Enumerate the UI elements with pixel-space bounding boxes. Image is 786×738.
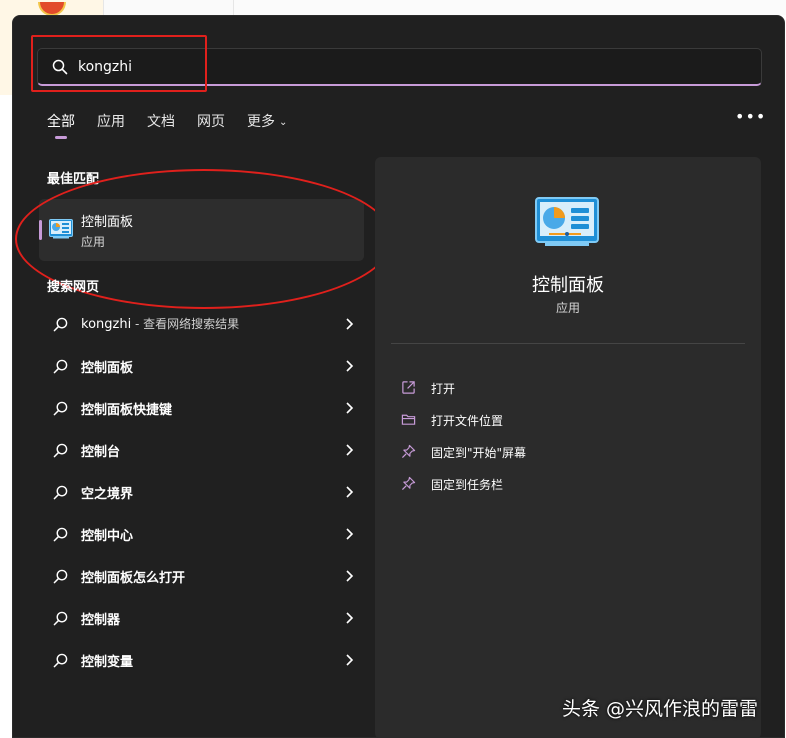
web-result-label: 控制中心 xyxy=(81,529,134,544)
chevron-right-icon xyxy=(346,570,354,582)
tab-web[interactable]: 网页 xyxy=(197,112,225,136)
chevron-right-icon xyxy=(346,654,354,666)
divider xyxy=(391,343,745,344)
search-box[interactable] xyxy=(37,48,762,86)
web-result-label: 控制台 xyxy=(81,445,121,460)
web-search-heading: 搜索网页 xyxy=(47,280,100,295)
web-result-item[interactable]: kongzhi - 查看网络搜索结果 xyxy=(43,305,355,345)
chevron-right-icon xyxy=(346,360,354,372)
control-panel-icon xyxy=(49,219,73,239)
web-result-item[interactable]: 控制中心 xyxy=(43,515,355,555)
best-match-kind: 应用 xyxy=(81,235,106,249)
chevron-right-icon xyxy=(346,402,354,414)
web-result-item[interactable]: 控制台 xyxy=(43,431,355,471)
web-result-item[interactable]: 空之境界 xyxy=(43,473,355,513)
search-panel: 全部 应用 文档 网页 更多⌄ ••• 最佳匹配 控制面板 应用 搜索网页 ko… xyxy=(12,15,785,738)
tab-documents[interactable]: 文档 xyxy=(147,112,175,136)
search-icon xyxy=(53,359,68,374)
ellipsis-icon[interactable]: ••• xyxy=(735,108,765,128)
filter-tabs: 全部 应用 文档 网页 更多 ⌄ xyxy=(47,112,309,142)
search-icon xyxy=(53,317,68,332)
detail-app-kind: 应用 xyxy=(555,301,580,315)
search-input[interactable] xyxy=(78,55,738,79)
chevron-right-icon xyxy=(346,318,354,330)
best-match-name: 控制面板 xyxy=(81,215,134,230)
search-icon xyxy=(53,443,68,458)
detail-pane: 控制面板 应用 打开 打开文件位置 固定到"开始"屏幕 固定到任务栏 xyxy=(375,157,761,738)
chevron-right-icon xyxy=(346,612,354,624)
control-panel-icon xyxy=(535,197,599,246)
pin-icon xyxy=(401,476,416,491)
web-result-label: kongzhi - 查看网络搜索结果 xyxy=(81,317,240,332)
chevron-down-icon: ⌄ xyxy=(279,117,288,128)
web-result-item[interactable]: 控制面板 xyxy=(43,347,355,387)
web-result-label: 空之境界 xyxy=(81,487,134,502)
best-match-item[interactable]: 控制面板 应用 xyxy=(39,199,364,261)
web-result-label: 控制面板怎么打开 xyxy=(81,571,186,586)
tab-apps[interactable]: 应用 xyxy=(97,112,125,136)
search-icon xyxy=(53,401,68,416)
chevron-right-icon xyxy=(346,486,354,498)
search-icon xyxy=(53,485,68,500)
web-result-label: 控制变量 xyxy=(81,655,134,670)
detail-app-name: 控制面板 xyxy=(532,275,604,296)
chevron-right-icon xyxy=(346,528,354,540)
tab-more[interactable]: 更多 ⌄ xyxy=(247,112,287,136)
best-match-heading: 最佳匹配 xyxy=(47,172,100,187)
web-result-label: 控制面板 xyxy=(81,361,134,376)
search-icon xyxy=(53,611,68,626)
web-result-label: 控制面板快捷键 xyxy=(81,403,173,418)
tab-all[interactable]: 全部 xyxy=(47,112,75,139)
web-result-item[interactable]: 控制变量 xyxy=(43,641,355,681)
search-icon xyxy=(52,59,68,75)
chevron-right-icon xyxy=(346,444,354,456)
watermark: 头条 @兴风作浪的雷雷 xyxy=(562,698,759,720)
selection-indicator xyxy=(39,220,42,240)
pin-icon xyxy=(401,444,416,459)
folder-icon xyxy=(401,414,416,425)
web-result-item[interactable]: 控制器 xyxy=(43,599,355,639)
open-external-icon xyxy=(402,381,415,394)
web-result-label: 控制器 xyxy=(81,613,121,628)
web-result-item[interactable]: 控制面板怎么打开 xyxy=(43,557,355,597)
search-icon xyxy=(53,653,68,668)
search-icon xyxy=(53,569,68,584)
search-icon xyxy=(53,527,68,542)
web-result-item[interactable]: 控制面板快捷键 xyxy=(43,389,355,429)
